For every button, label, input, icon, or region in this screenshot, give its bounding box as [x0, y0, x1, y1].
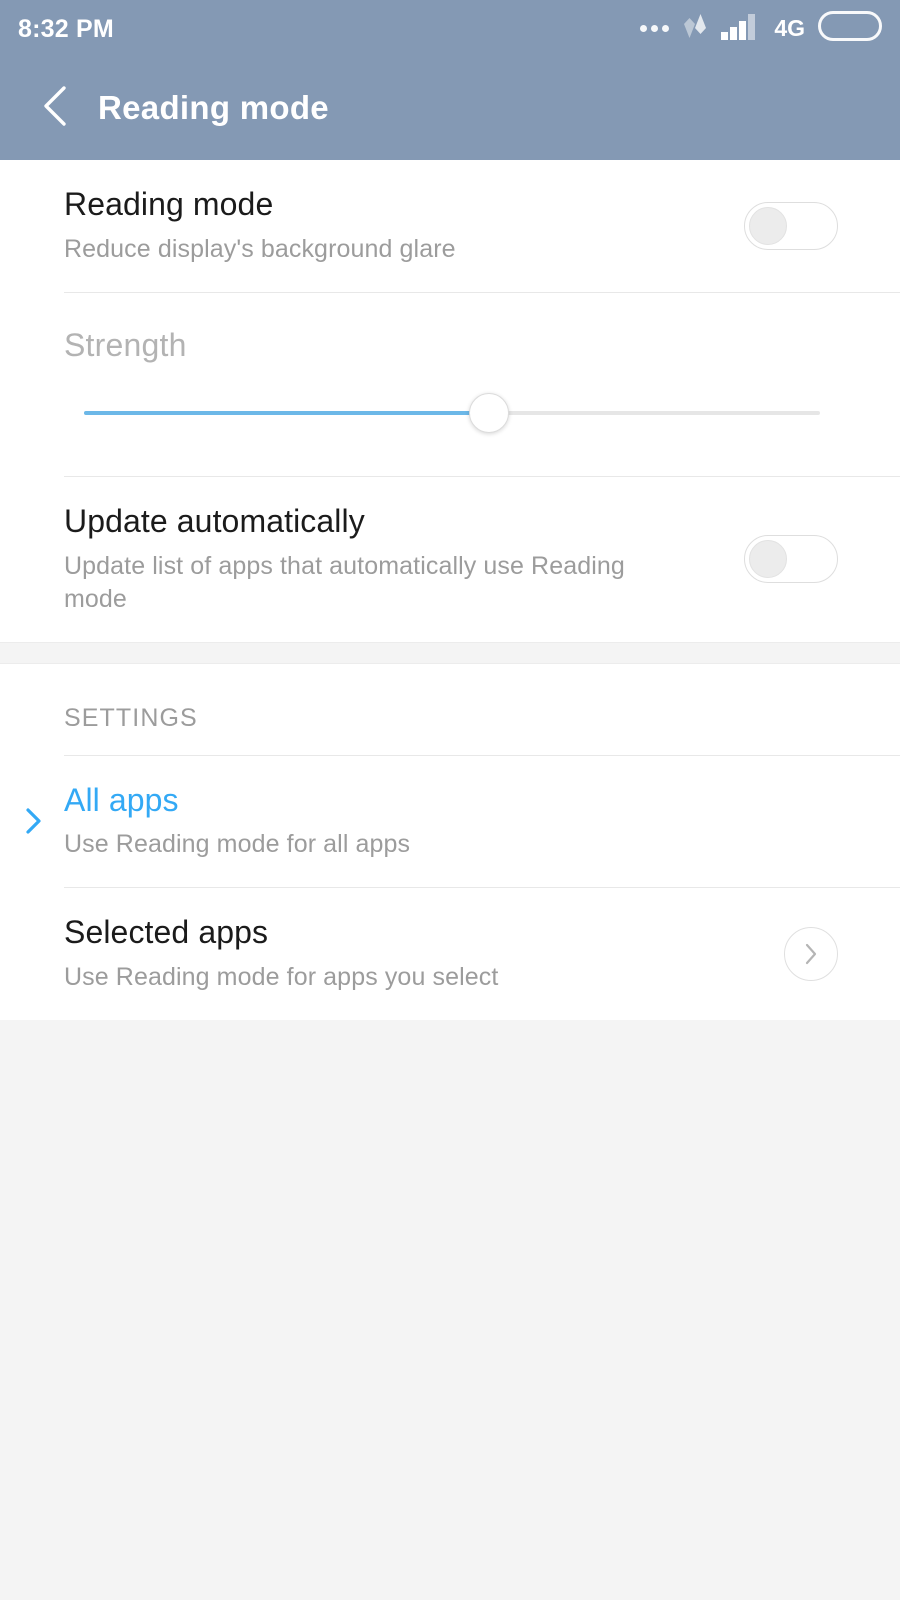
row-strength: Strength [0, 293, 900, 476]
toggle-knob [749, 540, 787, 579]
section-header-settings: SETTINGS [64, 703, 198, 732]
page-title: Reading mode [98, 89, 329, 126]
row-reading-mode-text: Reading mode Reduce display's background… [64, 160, 744, 292]
row-all-apps-title: All apps [64, 781, 179, 818]
empty-space [0, 1020, 900, 1532]
slider-thumb[interactable] [468, 392, 509, 433]
status-time: 8:32 PM [18, 14, 114, 43]
more-dots-icon [640, 24, 670, 32]
chevron-left-icon [39, 83, 73, 134]
phone-screen: 8:32 PM 4G Reading mode Reading mode Red… [0, 0, 900, 1600]
network-type-label: 4G [774, 15, 805, 41]
row-all-apps[interactable]: All apps Use Reading mode for all apps [0, 756, 900, 888]
section-separator [0, 641, 900, 664]
signal-bars-icon [721, 12, 761, 45]
settings-group-main: Reading mode Reduce display's background… [0, 160, 900, 642]
row-selected-apps[interactable]: Selected apps Use Reading mode for apps … [0, 888, 900, 1020]
row-all-apps-subtitle: Use Reading mode for all apps [64, 830, 411, 859]
app-bar: Reading mode [0, 56, 900, 160]
battery-icon [818, 10, 882, 46]
toggle-knob [749, 206, 787, 245]
chevron-right-circle-icon[interactable] [784, 927, 838, 982]
content-area: Reading mode Reduce display's background… [0, 160, 900, 1532]
back-button[interactable] [30, 82, 82, 134]
row-reading-mode-subtitle: Reduce display's background glare [64, 234, 456, 263]
row-reading-mode-title: Reading mode [64, 186, 274, 222]
slider-fill [84, 410, 489, 415]
data-transfer-icon [682, 12, 708, 45]
row-selected-apps-title: Selected apps [64, 914, 269, 951]
row-update-automatically-title: Update automatically [64, 502, 365, 539]
strength-label: Strength [64, 326, 187, 363]
row-all-apps-text: All apps Use Reading mode for all apps [64, 756, 838, 888]
row-update-automatically[interactable]: Update automatically Update list of apps… [0, 477, 900, 642]
row-update-automatically-text: Update automatically Update list of apps… [64, 477, 744, 642]
strength-slider[interactable] [84, 390, 820, 436]
reading-mode-toggle[interactable] [744, 201, 838, 250]
status-icons: 4G [640, 10, 882, 46]
row-selected-apps-subtitle: Use Reading mode for apps you select [64, 963, 499, 991]
settings-group-apps: SETTINGS All apps Use Reading mode for a… [0, 663, 900, 1020]
update-automatically-toggle[interactable] [744, 535, 838, 584]
chevron-right-icon [20, 805, 46, 837]
row-selected-apps-text: Selected apps Use Reading mode for apps … [64, 888, 784, 1020]
row-update-automatically-subtitle: Update list of apps that automatically u… [64, 551, 625, 613]
row-reading-mode[interactable]: Reading mode Reduce display's background… [0, 160, 900, 292]
status-bar: 8:32 PM 4G [0, 0, 900, 56]
